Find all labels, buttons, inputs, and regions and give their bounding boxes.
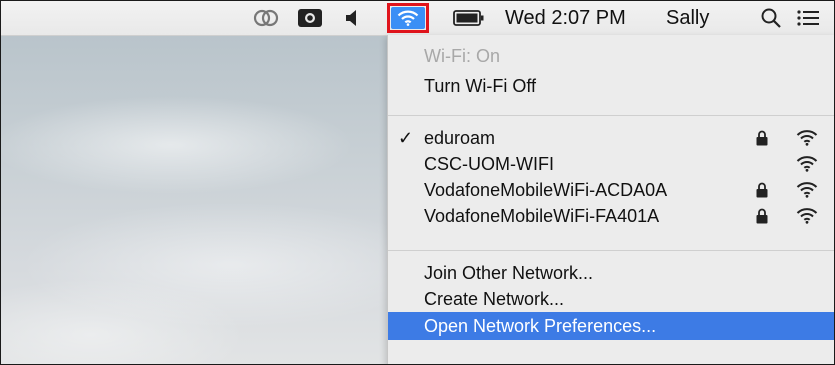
create-network-label: Create Network... bbox=[424, 288, 565, 309]
menu-clock[interactable]: Wed 2:07 PM bbox=[505, 1, 626, 35]
camera-icon[interactable] bbox=[297, 1, 323, 35]
turn-wifi-off-item[interactable]: Turn Wi-Fi Off bbox=[388, 73, 834, 99]
network-item-csc-uom-wifi[interactable]: CSC-UOM-WIFI bbox=[388, 151, 834, 179]
wifi-status-label: Wi-Fi: On bbox=[424, 45, 500, 66]
list-icon[interactable] bbox=[796, 1, 820, 35]
create-network-item[interactable]: Create Network... bbox=[388, 286, 834, 312]
wifi-status: Wi-Fi: On bbox=[388, 43, 834, 69]
wifi-icon bbox=[391, 7, 425, 29]
menu-bar: Wed 2:07 PM Sally bbox=[1, 1, 834, 36]
wifi-signal-icon bbox=[796, 206, 818, 231]
checkmark-icon: ✓ bbox=[398, 127, 414, 148]
turn-wifi-off-label: Turn Wi-Fi Off bbox=[424, 75, 536, 96]
screen: Wed 2:07 PM Sally Wi-Fi: On Turn Wi-Fi O… bbox=[0, 0, 835, 365]
network-item-vodafone-fa401a[interactable]: VodafoneMobileWiFi-FA401A bbox=[388, 203, 834, 231]
battery-icon[interactable] bbox=[453, 1, 485, 35]
open-network-preferences-item[interactable]: Open Network Preferences... bbox=[388, 312, 834, 340]
lock-icon bbox=[756, 182, 768, 203]
wifi-signal-icon bbox=[796, 128, 818, 153]
join-other-network-item[interactable]: Join Other Network... bbox=[388, 260, 834, 286]
network-name: eduroam bbox=[424, 127, 496, 148]
lock-icon bbox=[756, 208, 768, 229]
wifi-signal-icon bbox=[796, 180, 818, 205]
wifi-dropdown-menu: Wi-Fi: On Turn Wi-Fi Off ✓ eduroam CSC-U… bbox=[387, 35, 834, 364]
network-item-eduroam[interactable]: ✓ eduroam bbox=[388, 125, 834, 153]
menu-user[interactable]: Sally bbox=[666, 1, 709, 35]
creative-cloud-icon[interactable] bbox=[253, 1, 279, 35]
menu-separator bbox=[388, 115, 834, 116]
lock-icon bbox=[756, 130, 768, 151]
join-other-network-label: Join Other Network... bbox=[424, 262, 594, 283]
wifi-signal-icon bbox=[796, 154, 818, 179]
open-network-preferences-label: Open Network Preferences... bbox=[424, 315, 657, 336]
menu-separator bbox=[388, 250, 834, 251]
volume-icon[interactable] bbox=[345, 1, 361, 35]
network-name: CSC-UOM-WIFI bbox=[424, 153, 554, 174]
wifi-menu-extra[interactable] bbox=[387, 3, 429, 33]
network-name: VodafoneMobileWiFi-FA401A bbox=[424, 205, 660, 226]
network-name: VodafoneMobileWiFi-ACDA0A bbox=[424, 179, 668, 200]
search-icon[interactable] bbox=[760, 1, 782, 35]
network-item-vodafone-acda0a[interactable]: VodafoneMobileWiFi-ACDA0A bbox=[388, 177, 834, 205]
